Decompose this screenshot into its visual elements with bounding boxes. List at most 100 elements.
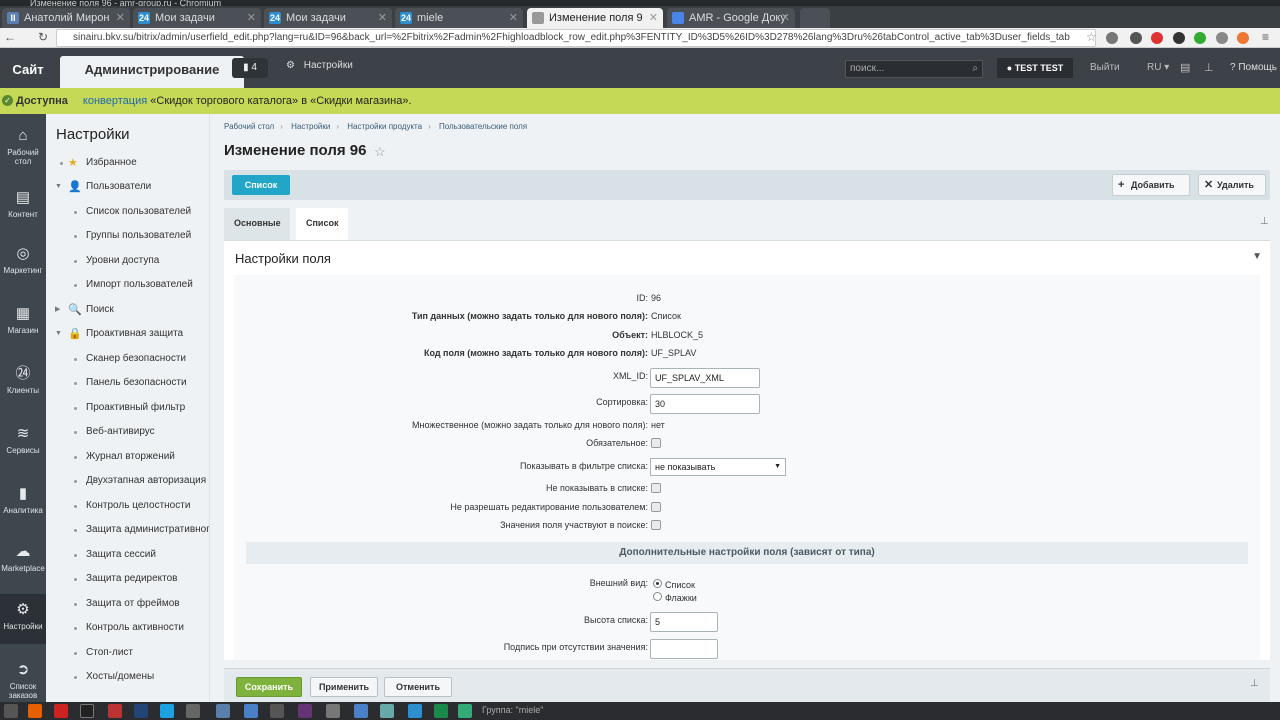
language-selector[interactable]: RU ▾ [1147, 62, 1169, 73]
photoshop-icon[interactable] [298, 704, 312, 718]
pin-icon[interactable]: ⊥ [1260, 216, 1269, 227]
adblock-icon[interactable] [1151, 32, 1163, 44]
new-tab-button[interactable] [800, 8, 830, 28]
firefox-icon[interactable] [28, 704, 42, 718]
apply-button[interactable]: Применить [310, 677, 378, 697]
cancel-button[interactable]: Отменить [384, 677, 452, 697]
required-checkbox[interactable] [651, 438, 661, 448]
reload-icon[interactable]: ↻ [38, 30, 48, 44]
rail-settings[interactable]: ⚙ Настройки [0, 594, 46, 644]
menu-item[interactable]: Хосты/домены [46, 667, 209, 687]
sort-input[interactable]: 30 [650, 394, 760, 414]
no-edit-checkbox[interactable] [651, 502, 661, 512]
close-icon[interactable]: ✕ [509, 8, 518, 28]
browser-tab[interactable]: 24 Мои задачи ✕ [264, 8, 392, 28]
tab-main[interactable]: Основные [224, 208, 290, 240]
app-icon[interactable] [4, 704, 18, 718]
save-button[interactable]: Сохранить [236, 677, 302, 697]
in-search-checkbox[interactable] [651, 520, 661, 530]
radio-list[interactable] [653, 579, 662, 588]
menu-item[interactable]: Стоп-лист [46, 643, 209, 663]
menu-item[interactable]: Журнал вторжений [46, 447, 209, 467]
rail-content[interactable]: ▤ Контент [0, 188, 46, 219]
extension-icon[interactable] [1194, 32, 1206, 44]
menu-item-access-levels[interactable]: Уровни доступа [46, 251, 209, 271]
extension-icon[interactable] [1237, 32, 1249, 44]
panel-settings-icon[interactable]: ▤ [1180, 61, 1190, 74]
menu-item-proactive-protection[interactable]: ▼ 🔒 Проактивная защита [46, 324, 209, 344]
app-icon[interactable] [134, 704, 148, 718]
menu-item[interactable]: Контроль активности [46, 618, 209, 638]
chevron-down-icon[interactable]: ▼ [55, 177, 62, 197]
app-icon[interactable] [354, 704, 368, 718]
url-input[interactable]: sinairu.bkv.su/bitrix/admin/userfield_ed… [56, 29, 1096, 47]
menu-item-user-list[interactable]: Список пользователей [46, 202, 209, 222]
bookmark-star-icon[interactable]: ☆ [1086, 30, 1097, 44]
menu-item-search[interactable]: ▶ 🔍 Поиск [46, 300, 209, 320]
app-icon[interactable] [108, 704, 122, 718]
browser-tab[interactable]: 24 miele ✕ [395, 8, 523, 28]
collapse-icon[interactable]: ▼ [1252, 251, 1262, 262]
rail-marketplace[interactable]: ☁ Marketplace [0, 542, 46, 573]
menu-item[interactable]: Панель безопасности [46, 373, 209, 393]
close-icon[interactable]: ✕ [378, 8, 387, 28]
menu-item-user-import[interactable]: Импорт пользователей [46, 275, 209, 295]
caption-input[interactable] [650, 639, 718, 659]
terminal-icon[interactable] [80, 704, 94, 718]
chromium-icon[interactable] [244, 704, 258, 718]
skype-icon[interactable] [160, 704, 174, 718]
filezilla-icon[interactable] [54, 704, 68, 718]
breadcrumb-link[interactable]: Настройки [291, 122, 330, 131]
pin-icon[interactable]: ⊥ [1204, 61, 1214, 74]
close-icon[interactable]: ✕ [781, 8, 790, 28]
menu-icon[interactable]: ≡ [1262, 30, 1269, 44]
chevron-down-icon[interactable]: ▼ [55, 324, 62, 344]
rail-clients[interactable]: ㉔ Клиенты [0, 364, 46, 395]
delete-button[interactable]: ✕ Удалить [1198, 174, 1266, 196]
bitrix24-icon[interactable] [408, 704, 422, 718]
browser-tab[interactable]: AMR - Google Доку ✕ [667, 8, 795, 28]
browser-tab-active[interactable]: Изменение поля 9 ✕ [527, 8, 663, 28]
user-menu-button[interactable]: ● TEST TEST [997, 58, 1073, 78]
extension-icon[interactable] [1106, 32, 1118, 44]
extension-icon[interactable] [1216, 32, 1228, 44]
menu-item[interactable]: Защита редиректов [46, 569, 209, 589]
rail-shop[interactable]: ▦ Магазин [0, 304, 46, 335]
rail-analytics[interactable]: ▮ Аналитика [0, 484, 46, 515]
extension-icon[interactable] [1130, 32, 1142, 44]
menu-item[interactable]: Защита административного ра [46, 520, 209, 540]
list-height-input[interactable]: 5 [650, 612, 718, 632]
browser-tab[interactable]: 24 Мои задачи ✕ [133, 8, 261, 28]
menu-item-users[interactable]: ▼ 👤 Пользователи [46, 177, 209, 197]
menu-item[interactable]: Защита сессий [46, 545, 209, 565]
search-input[interactable]: поиск... ⌕ [845, 60, 983, 78]
menu-item[interactable]: Веб-антивирус [46, 422, 209, 442]
chevron-right-icon[interactable]: ▶ [55, 300, 60, 320]
rail-services[interactable]: ≋ Сервисы [0, 424, 46, 455]
extension-icon[interactable] [1173, 32, 1185, 44]
back-icon[interactable]: ← [4, 30, 16, 44]
administration-tab[interactable]: Администрирование [60, 56, 244, 88]
close-icon[interactable]: ✕ [247, 8, 256, 28]
logout-link[interactable]: Выйти [1090, 62, 1120, 73]
list-button[interactable]: Список [232, 175, 290, 195]
show-filter-select[interactable]: не показывать ▼ [650, 458, 786, 476]
breadcrumb-link[interactable]: Настройки продукта [347, 122, 422, 131]
rail-orders[interactable]: ➲ Список заказов [0, 660, 46, 700]
settings-button[interactable]: ⚙ Настройки [286, 60, 353, 71]
close-icon[interactable]: ✕ [116, 8, 125, 28]
menu-item[interactable]: Сканер безопасности [46, 349, 209, 369]
xml-id-input[interactable]: UF_SPLAV_XML [650, 368, 760, 388]
help-button[interactable]: ? Помощь [1230, 62, 1277, 73]
breadcrumb-link[interactable]: Рабочий стол [224, 122, 274, 131]
menu-item[interactable]: Защита от фреймов [46, 594, 209, 614]
app-icon[interactable] [216, 704, 230, 718]
rail-marketing[interactable]: ◎ Маркетинг [0, 244, 46, 275]
breadcrumb-link[interactable]: Пользовательские поля [439, 122, 527, 131]
spreadsheet-icon[interactable] [434, 704, 448, 718]
menu-item[interactable]: Двухэтапная авторизация [46, 471, 209, 491]
pin-icon[interactable]: ⊥ [1250, 678, 1259, 689]
favorite-star-icon[interactable]: ☆ [374, 144, 386, 160]
menu-item[interactable]: Контроль целостности [46, 496, 209, 516]
hide-in-list-checkbox[interactable] [651, 483, 661, 493]
